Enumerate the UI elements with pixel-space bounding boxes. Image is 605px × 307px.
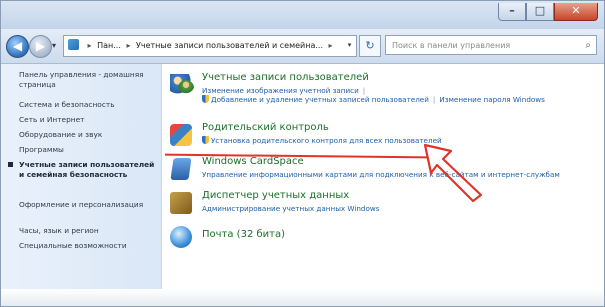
category-links: Управление информационными картами для п… — [202, 170, 560, 179]
sidebar-item-system-security[interactable]: Система и безопасность — [19, 100, 157, 110]
caption-buttons: – □ ✕ — [498, 3, 598, 21]
search-input[interactable]: Поиск в панели управления ⌕ — [385, 35, 597, 55]
task-link[interactable]: Добавление и удаление учетных записей по… — [211, 95, 429, 104]
mail-icon[interactable] — [170, 226, 192, 248]
users-icon[interactable] — [170, 74, 194, 96]
task-link[interactable]: Изменение изображения учетной записи — [202, 86, 359, 95]
category-links: Установка родительского контроля для все… — [202, 136, 442, 145]
recent-pages-chevron-icon[interactable]: ▾ — [52, 41, 56, 50]
category-title[interactable]: Почта (32 бита) — [202, 229, 285, 240]
forward-button[interactable]: ▶ — [29, 35, 52, 58]
search-placeholder: Поиск в панели управления — [392, 41, 511, 50]
minimize-button[interactable]: – — [498, 3, 526, 21]
uac-shield-icon — [202, 136, 209, 144]
uac-shield-icon — [202, 95, 209, 103]
credential-manager-icon[interactable] — [170, 192, 192, 214]
title-bar: – □ ✕ — [1, 1, 604, 29]
search-icon[interactable]: ⌕ — [585, 36, 591, 56]
link-divider: | — [432, 95, 436, 104]
sidebar-item-hardware-sound[interactable]: Оборудование и звук — [19, 130, 157, 140]
address-toolbar: ◀ ▶ ▾ ▸ Пан... ▸ Учетные записи пользова… — [1, 29, 604, 64]
current-section-bullet — [8, 162, 13, 167]
refresh-button[interactable]: ↻ — [359, 35, 381, 57]
sidebar-item-user-accounts[interactable]: Учетные записи пользователей и семейная … — [8, 160, 157, 180]
category-title[interactable]: Диспетчер учетных данных — [202, 190, 349, 201]
task-link[interactable]: Администрирование учетных данных Windows — [202, 204, 380, 213]
link-divider: | — [362, 86, 366, 95]
control-panel-window: – □ ✕ ◀ ▶ ▾ ▸ Пан... ▸ Учетные записи по… — [0, 0, 605, 307]
sidebar-item-appearance[interactable]: Оформление и персонализация — [19, 200, 157, 210]
address-dropdown-icon[interactable]: ▾ — [344, 35, 355, 55]
sidebar-item-home[interactable]: Панель управления - домашняя страница — [19, 70, 157, 90]
bottom-edge — [1, 289, 604, 306]
category-title[interactable]: Windows CardSpace — [202, 156, 304, 167]
maximize-button[interactable]: □ — [526, 3, 554, 21]
task-link[interactable]: Изменение пароля Windows — [439, 95, 545, 104]
user-figure-icon — [178, 80, 194, 96]
category-title[interactable]: Родительский контроль — [202, 122, 329, 133]
sidebar-item-accessibility[interactable]: Специальные возможности — [19, 241, 157, 251]
address-bar[interactable]: ▸ Пан... ▸ Учетные записи пользователей … — [63, 35, 357, 57]
breadcrumb-control-panel[interactable]: Пан... — [97, 41, 121, 50]
back-button[interactable]: ◀ — [6, 35, 29, 58]
task-link[interactable]: Управление информационными картами для п… — [202, 170, 560, 179]
sidebar-item-network[interactable]: Сеть и Интернет — [19, 115, 157, 125]
category-links: Изменение изображения учетной записи | — [202, 86, 369, 95]
sidebar-item-programs[interactable]: Программы — [19, 145, 157, 155]
sidebar-item-label: Учетные записи пользователей и семейная … — [19, 160, 155, 179]
sidebar: Панель управления - домашняя страница Си… — [1, 64, 162, 306]
category-title[interactable]: Учетные записи пользователей — [202, 72, 369, 83]
breadcrumb-user-accounts[interactable]: Учетные записи пользователей и семейна..… — [136, 41, 323, 50]
sidebar-item-clock-language[interactable]: Часы, язык и регион — [19, 226, 157, 236]
parental-controls-icon[interactable] — [170, 124, 192, 146]
task-link-parental-controls[interactable]: Установка родительского контроля для все… — [211, 136, 442, 145]
control-panel-icon — [68, 39, 79, 50]
category-links: Добавление и удаление учетных записей по… — [202, 95, 545, 104]
category-links: Администрирование учетных данных Windows — [202, 204, 380, 213]
cardspace-icon[interactable] — [170, 158, 192, 180]
breadcrumb-separator: ▸ — [87, 41, 92, 50]
annotation-arrow-icon — [423, 143, 483, 203]
breadcrumb-separator: ▸ — [126, 41, 131, 50]
close-button[interactable]: ✕ — [554, 3, 598, 21]
breadcrumb-separator: ▸ — [328, 41, 333, 50]
main-content: Учетные записи пользователей Изменение и… — [162, 64, 604, 306]
